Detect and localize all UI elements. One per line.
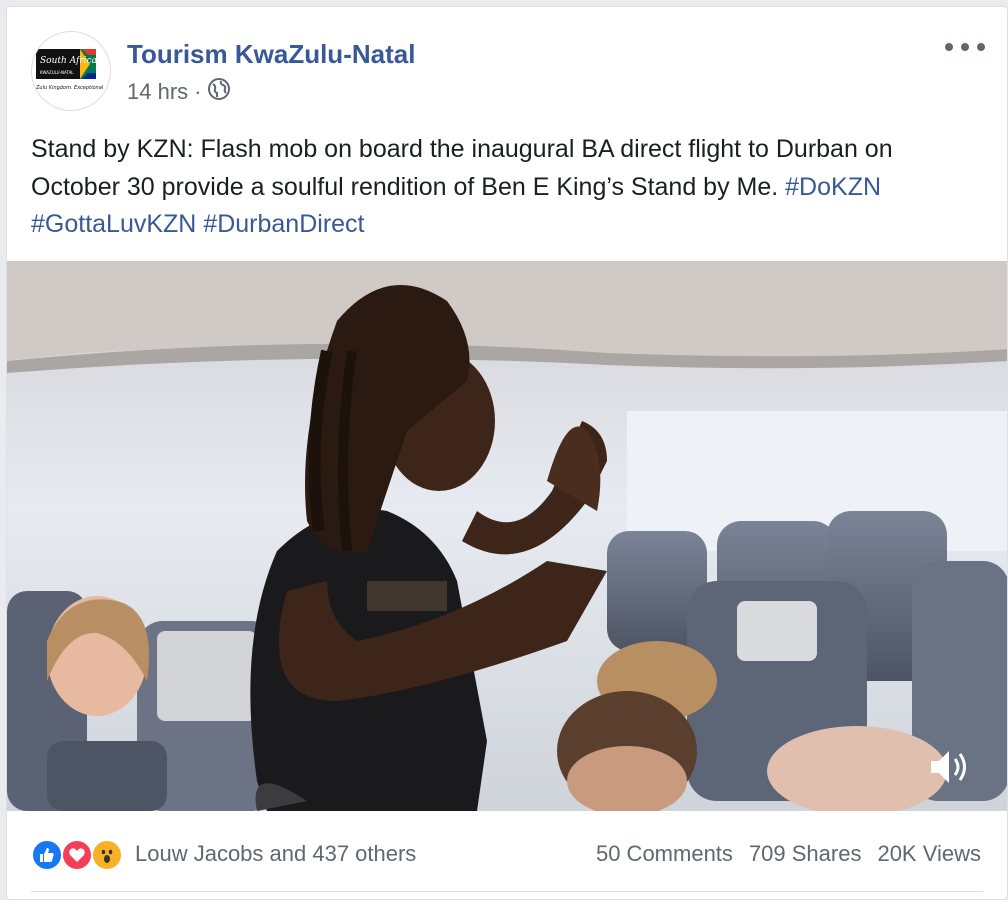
reactions-bar: Louw Jacobs and 437 others 50 Comments 7… — [7, 827, 1007, 879]
video-player[interactable] — [7, 261, 1007, 811]
post-header: South Africa KWAZULU-NATAL Zulu Kingdom.… — [7, 7, 1007, 127]
reaction-icons[interactable] — [31, 839, 131, 873]
globe-icon[interactable] — [207, 77, 231, 107]
south-africa-logo: South Africa KWAZULU-NATAL Zulu Kingdom.… — [35, 49, 104, 91]
post-stats: 50 Comments 709 Shares 20K Views — [596, 841, 981, 867]
meta-separator: · — [194, 79, 202, 104]
more-options-icon[interactable] — [945, 37, 985, 57]
video-frame — [7, 261, 1007, 811]
comments-count-link[interactable]: 50 Comments — [596, 841, 733, 867]
page-avatar[interactable]: South Africa KWAZULU-NATAL Zulu Kingdom.… — [31, 31, 111, 111]
post-body-text: Stand by KZN: Flash mob on board the ina… — [31, 135, 893, 201]
shares-count-link[interactable]: 709 Shares — [749, 841, 862, 867]
hashtag-link[interactable]: #DoKZN — [785, 173, 881, 201]
divider — [31, 891, 983, 892]
love-icon — [61, 839, 93, 871]
post-meta: 14 hrs · — [127, 77, 231, 107]
post-message: Stand by KZN: Flash mob on board the ina… — [31, 131, 981, 244]
post-card: South Africa KWAZULU-NATAL Zulu Kingdom.… — [6, 6, 1008, 900]
hashtag-link[interactable]: #DurbanDirect — [203, 210, 364, 238]
logo-tagline: Zulu Kingdom. Exceptional — [35, 85, 104, 91]
volume-icon[interactable] — [927, 745, 971, 789]
post-time[interactable]: 14 hrs — [127, 79, 188, 105]
page-name-link[interactable]: Tourism KwaZulu-Natal — [127, 39, 415, 70]
reaction-names-link[interactable]: Louw Jacobs and 437 others — [135, 841, 416, 867]
logo-sub: KWAZULU-NATAL — [40, 70, 74, 75]
wow-icon — [91, 839, 123, 871]
logo-text: South Africa — [40, 56, 97, 66]
hashtag-link[interactable]: #GottaLuvKZN — [31, 210, 196, 238]
like-icon — [31, 839, 63, 871]
views-count: 20K Views — [877, 841, 981, 866]
